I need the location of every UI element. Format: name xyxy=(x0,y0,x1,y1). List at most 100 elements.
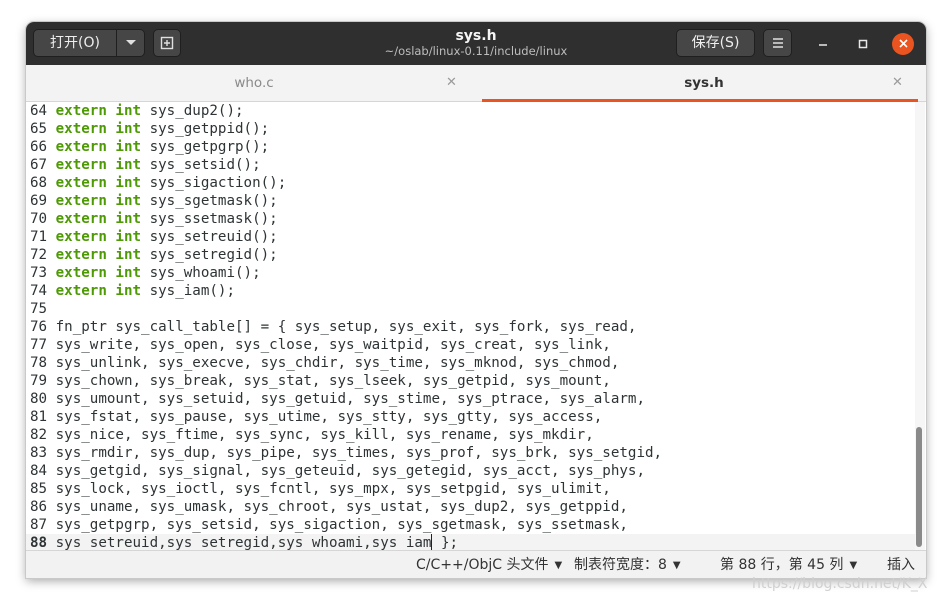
new-tab-icon xyxy=(160,36,174,50)
code-line[interactable]: 68 extern int sys_sigaction(); xyxy=(30,174,286,192)
insert-mode-indicator[interactable]: 插入 xyxy=(887,551,915,578)
line-number: 70 xyxy=(30,211,56,227)
code-line[interactable]: 67 extern int sys_setsid(); xyxy=(30,156,261,174)
keyword-extern: extern xyxy=(55,103,107,119)
save-button[interactable]: 保存(S) xyxy=(676,29,755,57)
line-number: 79 xyxy=(30,373,56,389)
document-tabs: who.c ✕ sys.h ✕ xyxy=(26,65,926,102)
keyword-extern: extern xyxy=(55,157,107,173)
language-selector[interactable]: C/C++/ObjC 头文件 ▼ xyxy=(416,551,562,578)
keyword-extern: extern xyxy=(55,121,107,137)
code-line[interactable]: 87 sys_getpgrp, sys_setsid, sys_sigactio… xyxy=(30,516,628,534)
line-number: 69 xyxy=(30,193,56,209)
new-tab-button[interactable] xyxy=(153,29,181,57)
window-title: sys.h xyxy=(455,28,497,44)
hamburger-menu-button[interactable] xyxy=(763,29,792,57)
code-text: sys_nice, sys_ftime, sys_sync, sys_kill,… xyxy=(55,427,594,443)
code-text: sys_ssetmask(); xyxy=(149,211,278,227)
code-line[interactable]: 81 sys_fstat, sys_pause, sys_utime, sys_… xyxy=(30,408,602,426)
header-bar: 打开(O) sys.h ~/oslab/linux-0.11/include/l… xyxy=(26,22,926,65)
open-button[interactable]: 打开(O) xyxy=(33,29,117,57)
code-line[interactable]: 85 sys_lock, sys_ioctl, sys_fcntl, sys_m… xyxy=(30,480,611,498)
code-text: sys_getgid, sys_signal, sys_geteuid, sys… xyxy=(55,463,645,479)
line-number: 77 xyxy=(30,337,56,353)
keyword-int: int xyxy=(115,283,142,299)
window-subtitle: ~/oslab/linux-0.11/include/linux xyxy=(384,44,568,58)
keyword-extern: extern xyxy=(55,139,107,155)
code-line[interactable]: 84 sys_getgid, sys_signal, sys_geteuid, … xyxy=(30,462,645,480)
code-line[interactable]: 75 xyxy=(30,300,56,318)
keyword-extern: extern xyxy=(55,193,107,209)
code-line[interactable]: 73 extern int sys_whoami(); xyxy=(30,264,261,282)
line-number: 74 xyxy=(30,283,56,299)
code-line[interactable]: 83 sys_rmdir, sys_dup, sys_pipe, sys_tim… xyxy=(30,444,662,462)
line-number: 88 xyxy=(30,535,56,550)
keyword-extern: extern xyxy=(55,229,107,245)
code-text: }; xyxy=(432,535,459,550)
chevron-down-icon: ▼ xyxy=(672,560,681,571)
keyword-int: int xyxy=(115,193,142,209)
tab-close-icon[interactable]: ✕ xyxy=(892,65,903,101)
scrollbar-thumb[interactable] xyxy=(916,427,922,547)
code-line[interactable]: 76 fn_ptr sys_call_table[] = { sys_setup… xyxy=(30,318,636,336)
code-text: sys_getpgrp(); xyxy=(149,139,270,155)
code-text: sys_setregid(); xyxy=(149,247,278,263)
code-line[interactable]: 86 sys_uname, sys_umask, sys_chroot, sys… xyxy=(30,498,628,516)
keyword-int: int xyxy=(115,265,142,281)
tab-label: who.c xyxy=(234,75,274,91)
close-icon xyxy=(898,39,908,48)
tab-who-c[interactable]: who.c ✕ xyxy=(26,65,482,101)
code-line[interactable]: 69 extern int sys_sgetmask(); xyxy=(30,192,278,210)
tab-label: sys.h xyxy=(684,75,724,91)
code-text: sys_setreuid,sys_setregid,sys_whoami,sys… xyxy=(55,535,432,550)
code-line[interactable]: 78 sys_unlink, sys_execve, sys_chdir, sy… xyxy=(30,354,619,372)
keyword-extern: extern xyxy=(55,283,107,299)
code-text: sys_getppid(); xyxy=(149,121,270,137)
keyword-extern: extern xyxy=(55,265,107,281)
code-line[interactable]: 71 extern int sys_setreuid(); xyxy=(30,228,278,246)
code-line[interactable]: 66 extern int sys_getpgrp(); xyxy=(30,138,269,156)
line-number: 85 xyxy=(30,481,56,497)
code-line[interactable]: 64 extern int sys_dup2(); xyxy=(30,102,244,120)
code-line[interactable]: 70 extern int sys_ssetmask(); xyxy=(30,210,278,228)
code-text: sys_setreuid(); xyxy=(149,229,278,245)
line-number: 75 xyxy=(30,301,56,317)
code-line[interactable]: 79 sys_chown, sys_break, sys_stat, sys_l… xyxy=(30,372,611,390)
close-window-button[interactable] xyxy=(892,33,914,55)
code-text: sys_sgetmask(); xyxy=(149,193,278,209)
maximize-icon xyxy=(858,39,868,49)
cursor-position-selector[interactable]: 第 88 行，第 45 列 ▼ xyxy=(720,551,857,578)
line-number: 80 xyxy=(30,391,56,407)
tab-close-icon[interactable]: ✕ xyxy=(446,65,457,101)
tab-width-selector[interactable]: 制表符宽度：8 ▼ xyxy=(574,551,681,578)
code-text: sys_umount, sys_setuid, sys_getuid, sys_… xyxy=(55,391,645,407)
code-text: sys_iam(); xyxy=(149,283,236,299)
keyword-extern: extern xyxy=(55,247,107,263)
open-menu-button[interactable] xyxy=(116,29,145,57)
chevron-down-icon xyxy=(125,40,136,45)
code-line[interactable]: 72 extern int sys_setregid(); xyxy=(30,246,278,264)
code-line[interactable]: 88 sys_setreuid,sys_setregid,sys_whoami,… xyxy=(26,534,916,550)
keyword-int: int xyxy=(115,157,142,173)
line-number: 71 xyxy=(30,229,56,245)
minimize-button[interactable] xyxy=(813,34,833,54)
code-text: sys_whoami(); xyxy=(149,265,261,281)
code-text: sys_write, sys_open, sys_close, sys_wait… xyxy=(55,337,611,353)
keyword-int: int xyxy=(115,175,142,191)
code-line[interactable]: 65 extern int sys_getppid(); xyxy=(30,120,269,138)
keyword-int: int xyxy=(115,139,142,155)
code-editor[interactable]: 64 extern int sys_dup2(); 65 extern int s… xyxy=(26,102,926,550)
code-line[interactable]: 80 sys_umount, sys_setuid, sys_getuid, s… xyxy=(30,390,645,408)
line-number: 83 xyxy=(30,445,56,461)
language-label: C/C++/ObjC 头文件 xyxy=(416,557,549,573)
maximize-button[interactable] xyxy=(853,34,873,54)
chevron-down-icon: ▼ xyxy=(849,560,858,571)
tab-sys-h[interactable]: sys.h ✕ xyxy=(482,65,926,102)
code-text: fn_ptr sys_call_table[] = { sys_setup, s… xyxy=(55,319,637,335)
line-number: 72 xyxy=(30,247,56,263)
code-line[interactable]: 74 extern int sys_iam(); xyxy=(30,282,235,300)
line-number: 87 xyxy=(30,517,56,533)
code-line[interactable]: 82 sys_nice, sys_ftime, sys_sync, sys_ki… xyxy=(30,426,594,444)
code-line[interactable]: 77 sys_write, sys_open, sys_close, sys_w… xyxy=(30,336,611,354)
keyword-extern: extern xyxy=(55,175,107,191)
